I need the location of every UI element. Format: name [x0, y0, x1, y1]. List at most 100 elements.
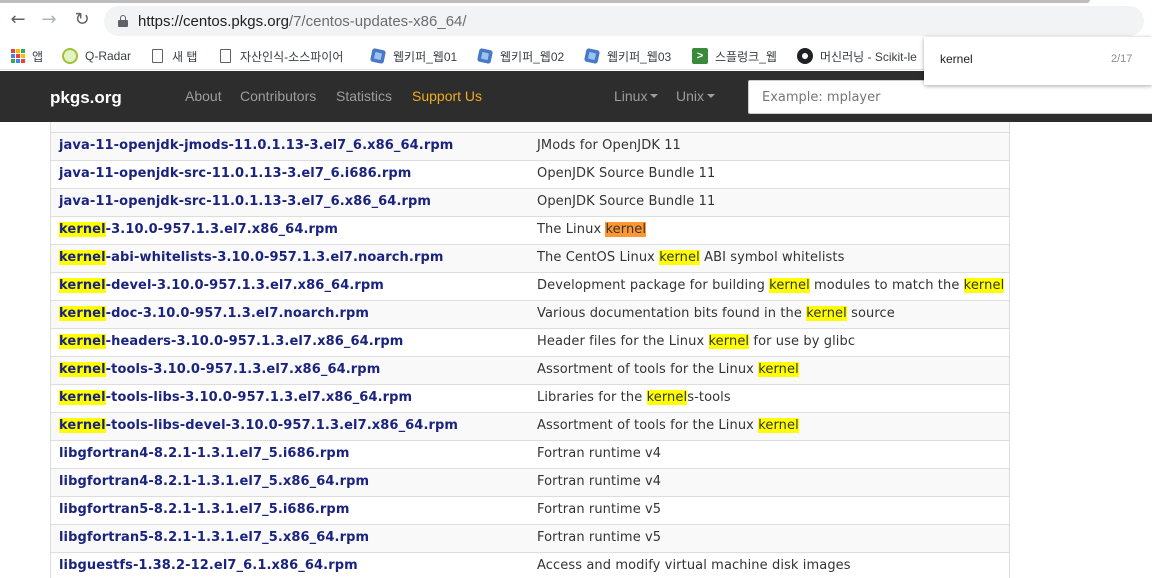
dropdown-label: Unix [676, 88, 705, 104]
package-description: Header files for the Linux kernel for us… [537, 334, 856, 349]
address-bar[interactable]: https://centos.pkgs.org/7/centos-updates… [104, 6, 1144, 36]
find-highlight: kernel [59, 418, 106, 433]
bookmark-scikit-learn[interactable]: 머신러닝 - Scikit-le [797, 47, 917, 65]
find-input[interactable]: kernel [940, 52, 973, 66]
package-link[interactable]: libguestfs-1.38.2-12.el7_6.1.x86_64.rpm [59, 558, 358, 573]
package-description: Fortran runtime v4 [537, 446, 662, 461]
lock-icon[interactable] [118, 15, 128, 27]
find-highlight: kernel [59, 362, 106, 377]
find-highlight: kernel [758, 362, 799, 377]
table-row: kernel-headers-3.10.0-957.1.3.el7.x86_64… [51, 328, 1009, 356]
caret-down-icon [650, 94, 659, 99]
url-path: /7/centos-updates-x86_64/ [288, 13, 467, 30]
bookmark-label: 자산인식-소스파이어 [240, 49, 344, 64]
bookmark-label: Q-Radar [85, 49, 132, 63]
package-link[interactable]: kernel-abi-whitelists-3.10.0-957.1.3.el7… [59, 250, 444, 265]
package-description: Fortran runtime v4 [537, 474, 662, 489]
package-description: Fortran runtime v5 [537, 502, 662, 517]
reload-icon[interactable]: ↻ [70, 8, 94, 32]
package-link[interactable]: java-11-openjdk-src-11.0.1.13-3.el7_6.x8… [59, 194, 431, 209]
bookmark-splunk[interactable]: > 스플렁크_웹 [692, 47, 777, 65]
package-description: Assortment of tools for the Linux kernel [537, 418, 799, 433]
url-text[interactable]: https://centos.pkgs.org/7/centos-updates… [138, 13, 467, 30]
github-icon [797, 48, 813, 64]
package-link[interactable]: libgfortran4-8.2.1-1.3.1.el7_5.x86_64.rp… [59, 474, 369, 489]
table-row: kernel-tools-libs-devel-3.10.0-957.1.3.e… [51, 412, 1009, 440]
prompt-icon: > [692, 48, 708, 64]
find-highlight: kernel [605, 222, 647, 237]
find-highlight: kernel [806, 306, 847, 321]
find-match-count: 2/17 [1111, 53, 1133, 65]
package-link[interactable]: kernel-tools-3.10.0-957.1.3.el7.x86_64.r… [59, 362, 380, 377]
table-row: kernel-tools-3.10.0-957.1.3.el7.x86_64.r… [51, 356, 1009, 384]
arrow-right-icon[interactable]: → [37, 8, 61, 32]
package-link[interactable]: kernel-tools-libs-3.10.0-957.1.3.el7.x86… [59, 390, 412, 405]
bookmark-new-tab[interactable]: 새 탭 [150, 47, 197, 65]
table-row: libgfortran5-8.2.1-1.3.1.el7_5.i686.rpm F… [51, 496, 1009, 524]
find-highlight: kernel [59, 334, 106, 349]
package-link[interactable]: kernel-headers-3.10.0-957.1.3.el7.x86_64… [59, 334, 403, 349]
bookmark-label: 앱 [32, 49, 44, 64]
package-link[interactable]: kernel-doc-3.10.0-957.1.3.el7.noarch.rpm [59, 306, 369, 321]
brand-logo[interactable]: pkgs.org [50, 88, 122, 108]
nav-link-contributors[interactable]: Contributors [240, 88, 316, 104]
package-link[interactable]: kernel-tools-libs-devel-3.10.0-957.1.3.e… [59, 418, 458, 433]
nav-link-support-us[interactable]: Support Us [412, 88, 482, 104]
table-row: kernel-doc-3.10.0-957.1.3.el7.noarch.rpm… [51, 300, 1009, 328]
package-description: OpenJDK Source Bundle 11 [537, 166, 716, 181]
table-row: libgfortran4-8.2.1-1.3.1.el7_5.i686.rpm F… [51, 440, 1009, 468]
package-link[interactable]: kernel-devel-3.10.0-957.1.3.el7.x86_64.r… [59, 278, 384, 293]
find-highlight: kernel [769, 278, 810, 293]
page-icon [152, 49, 163, 63]
bookmark-label: 웹키퍼_웹03 [607, 49, 672, 64]
find-highlight: kernel [59, 390, 106, 405]
package-search-input[interactable] [749, 81, 1152, 113]
table-row: kernel-tools-libs-3.10.0-957.1.3.el7.x86… [51, 384, 1009, 412]
find-highlight: kernel [59, 278, 106, 293]
package-description: Assortment of tools for the Linux kernel [537, 362, 799, 377]
package-description: Various documentation bits found in the … [537, 306, 895, 321]
page-icon [220, 49, 231, 63]
bookmark-label: 웹키퍼_웹02 [500, 49, 565, 64]
table-row: kernel-abi-whitelists-3.10.0-957.1.3.el7… [51, 244, 1009, 272]
url-host: https://centos.pkgs.org [138, 13, 289, 30]
find-highlight: kernel [646, 390, 688, 405]
caret-down-icon [707, 94, 716, 99]
tab-strip-edge [0, 0, 1090, 3]
package-search [748, 80, 1152, 114]
bookmark-apps[interactable]: 앱 [11, 47, 43, 65]
package-link[interactable]: kernel-3.10.0-957.1.3.el7.x86_64.rpm [59, 222, 338, 237]
find-highlight: kernel [708, 334, 750, 349]
table-row: libgfortran5-8.2.1-1.3.1.el7_5.x86_64.rp… [51, 524, 1009, 552]
bookmark-webkeeper-03[interactable]: 웹키퍼_웹03 [583, 47, 672, 65]
cube-icon [476, 47, 494, 65]
nav-dropdown-linux[interactable]: Linux [614, 88, 659, 104]
table-row: kernel-3.10.0-957.1.3.el7.x86_64.rpm The … [51, 216, 1009, 244]
package-description: The Linux kernel [537, 222, 647, 237]
bookmark-webkeeper-01[interactable]: 웹키퍼_웹01 [369, 47, 457, 65]
table-row-partial [51, 122, 1009, 132]
find-highlight: kernel [59, 306, 106, 321]
dropdown-label: Linux [614, 88, 648, 104]
bookmark-webkeeper-02[interactable]: 웹키퍼_웹02 [476, 47, 565, 65]
package-description: Libraries for the kernels-tools [537, 390, 731, 405]
find-highlight: kernel [59, 250, 106, 265]
table-row: libguestfs-1.38.2-12.el7_6.1.x86_64.rpm A… [51, 552, 1009, 578]
bookmark-label: 머신러닝 - Scikit-le [820, 49, 917, 64]
package-link[interactable]: java-11-openjdk-src-11.0.1.13-3.el7_6.i6… [59, 166, 411, 181]
find-highlight: kernel [659, 250, 700, 265]
package-link[interactable]: libgfortran5-8.2.1-1.3.1.el7_5.x86_64.rp… [59, 530, 369, 545]
bookmark-label: 스플렁크_웹 [715, 49, 777, 64]
table-row: libgfortran4-8.2.1-1.3.1.el7_5.x86_64.rp… [51, 468, 1009, 496]
bookmark-sourcefire[interactable]: 자산인식-소스파이어 [218, 47, 343, 65]
bookmark-qradar[interactable]: Q-Radar [62, 47, 131, 65]
nav-link-about[interactable]: About [185, 88, 222, 104]
arrow-left-icon[interactable]: ← [6, 8, 30, 32]
cube-icon [369, 47, 387, 65]
package-description: Development package for building kernel … [537, 278, 1005, 293]
package-link[interactable]: libgfortran4-8.2.1-1.3.1.el7_5.i686.rpm [59, 446, 349, 461]
package-link[interactable]: libgfortran5-8.2.1-1.3.1.el7_5.i686.rpm [59, 502, 349, 517]
package-link[interactable]: java-11-openjdk-jmods-11.0.1.13-3.el7_6.… [59, 138, 453, 153]
nav-dropdown-unix[interactable]: Unix [676, 88, 716, 104]
nav-link-statistics[interactable]: Statistics [336, 88, 392, 104]
